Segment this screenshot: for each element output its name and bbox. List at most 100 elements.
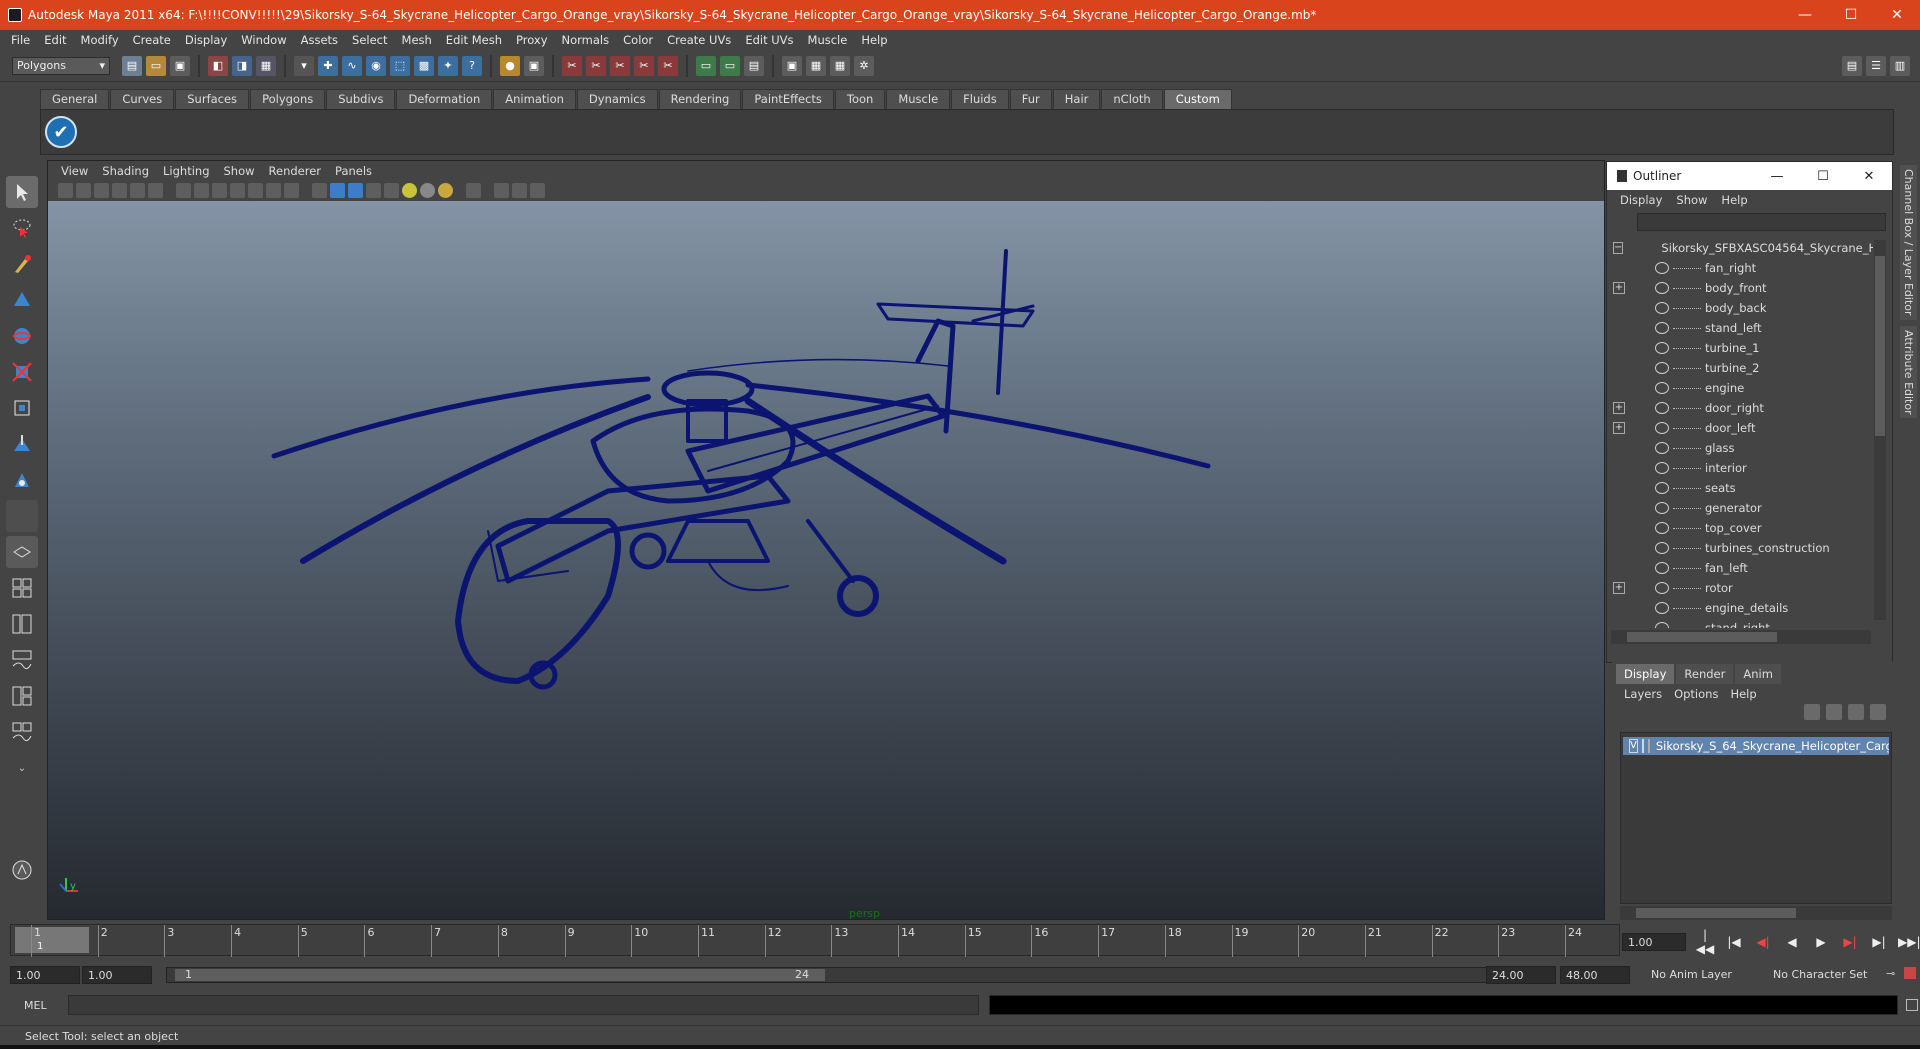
shelf-tab-custom[interactable]: Custom — [1163, 89, 1232, 109]
soft-modification-icon[interactable] — [6, 428, 38, 460]
minimize-button[interactable]: — — [1782, 0, 1828, 30]
shelf-tab-dynamics[interactable]: Dynamics — [576, 89, 658, 109]
command-input[interactable] — [67, 995, 979, 1015]
outliner-item[interactable]: turbine_2 — [1611, 358, 1873, 378]
two-d-pan-icon[interactable] — [130, 182, 145, 198]
gate-mask-icon[interactable] — [230, 182, 245, 198]
layer-menu-help[interactable]: Help — [1724, 687, 1762, 701]
shelf-tab-toon[interactable]: Toon — [834, 89, 886, 109]
menu-color[interactable]: Color — [616, 33, 660, 47]
move-layer-down-icon[interactable] — [1826, 704, 1842, 720]
snap-curve-icon[interactable]: ∿ — [342, 55, 362, 76]
shelf-tab-muscle[interactable]: Muscle — [886, 89, 951, 109]
layout-persp-graph-icon[interactable] — [6, 644, 38, 676]
menu-create[interactable]: Create — [126, 33, 178, 47]
outliner-item[interactable]: + door_left — [1611, 418, 1873, 438]
shelf-tab-surfaces[interactable]: Surfaces — [175, 89, 250, 109]
layer-menu-options[interactable]: Options — [1668, 687, 1724, 701]
magnet-icon[interactable]: ✂ — [658, 55, 678, 76]
layout-hypershade-persp-icon[interactable] — [6, 680, 38, 712]
step-forward-key-icon[interactable]: ▶| — [1840, 935, 1860, 949]
menu-set-selector[interactable]: Polygons ▾ — [12, 56, 110, 75]
outliner-item[interactable]: body_back — [1611, 298, 1873, 318]
playback-end-field[interactable]: 24.00 — [1486, 966, 1556, 984]
outliner-hscroll-thumb[interactable] — [1627, 632, 1777, 642]
checkmark-icon[interactable]: ✔ — [45, 116, 77, 148]
menu-select[interactable]: Select — [345, 33, 394, 47]
outliner-item[interactable]: interior — [1611, 458, 1873, 478]
wireframe-on-shaded-icon[interactable] — [348, 182, 363, 198]
new-layer-from-selection-icon[interactable] — [1870, 704, 1886, 720]
expand-toggle-icon[interactable]: + — [1613, 582, 1625, 594]
snap-surface-icon[interactable]: ▩ — [414, 55, 434, 76]
clapperboard-icon[interactable]: ▦ — [806, 55, 826, 76]
shelf-tab-polygons[interactable]: Polygons — [250, 89, 326, 109]
shelf-tab-curves[interactable]: Curves — [110, 89, 175, 109]
smooth-shade-icon[interactable] — [330, 182, 345, 198]
maximize-button[interactable]: ☐ — [1828, 0, 1874, 30]
outliner-item[interactable]: fan_left — [1611, 558, 1873, 578]
shelf-tab-fluids[interactable]: Fluids — [951, 89, 1009, 109]
viewport-menu-show[interactable]: Show — [217, 164, 262, 178]
outliner-item[interactable]: stand_left — [1611, 318, 1873, 338]
hypershade-icon[interactable]: ▣ — [782, 55, 802, 76]
shelf-tab-animation[interactable]: Animation — [493, 89, 576, 109]
outliner-item[interactable]: engine_details — [1611, 598, 1873, 618]
menu-normals[interactable]: Normals — [555, 33, 617, 47]
xray-active-icon[interactable] — [512, 182, 527, 198]
preferences-icon[interactable] — [1904, 967, 1916, 979]
camera-select-icon[interactable] — [58, 182, 73, 198]
snap-live-icon[interactable]: ✦ — [438, 55, 458, 76]
shelf-tab-subdivs[interactable]: Subdivs — [326, 89, 396, 109]
outliner-menu-display[interactable]: Display — [1613, 193, 1669, 207]
outliner-menu-help[interactable]: Help — [1714, 193, 1754, 207]
layer-row[interactable]: V Sikorsky_S_64_Skycrane_Helicopter_Carg… — [1623, 737, 1889, 755]
menu-help[interactable]: Help — [854, 33, 894, 47]
menu-mesh[interactable]: Mesh — [395, 33, 439, 47]
layer-color-swatch[interactable] — [1647, 739, 1650, 753]
layer-display-type-toggle[interactable] — [1641, 739, 1644, 753]
snap-plane-icon[interactable]: ⬚ — [390, 55, 410, 76]
shelf-tab-ncloth[interactable]: nCloth — [1101, 89, 1163, 109]
outliner-item[interactable]: fan_right — [1611, 258, 1873, 278]
close-button[interactable]: ✕ — [1874, 0, 1920, 30]
show-manipulator-icon[interactable] — [6, 464, 38, 496]
layer-menu-layers[interactable]: Layers — [1618, 687, 1668, 701]
menu-edit-uvs[interactable]: Edit UVs — [738, 33, 800, 47]
menu-edit[interactable]: Edit — [37, 33, 73, 47]
step-forward-frame-icon[interactable]: ▶| — [1869, 935, 1889, 949]
range-slider[interactable]: 1 24 — [166, 967, 1492, 983]
wireframe-icon[interactable] — [312, 182, 327, 198]
viewport-menu-renderer[interactable]: Renderer — [262, 164, 329, 178]
scale-tool-icon[interactable] — [6, 356, 38, 388]
viewport-menu-shading[interactable]: Shading — [95, 164, 156, 178]
expand-toggle-icon[interactable]: − — [1613, 242, 1624, 254]
character-set-selector[interactable]: No Character Set — [1768, 966, 1876, 984]
lasso-tool-icon[interactable] — [6, 212, 38, 244]
snap-point-icon[interactable]: ◉ — [366, 55, 386, 76]
time-slider[interactable]: 1 1 2 3 4 5 6 7 8 9 10 11 12 13 14 15 16 17 18 19 20 21 22 23 2… — [10, 924, 1620, 957]
save-scene-icon[interactable]: ▣ — [170, 55, 190, 76]
render-current-icon[interactable]: ▭ — [696, 55, 716, 76]
xray-icon[interactable] — [366, 182, 381, 198]
clapperboard-gear-icon[interactable]: ▦ — [830, 55, 850, 76]
safe-action-icon[interactable] — [266, 182, 281, 198]
menu-file[interactable]: File — [4, 33, 37, 47]
step-back-key-icon[interactable]: ◀| — [1753, 935, 1773, 949]
layer-visibility-toggle[interactable]: V — [1629, 739, 1638, 753]
layout-attribute-editor-icon[interactable]: ☰ — [1866, 55, 1886, 76]
input-ops-icon[interactable]: ✂ — [610, 55, 630, 76]
film-gate-icon[interactable] — [194, 182, 209, 198]
outliner-item[interactable]: + door_right — [1611, 398, 1873, 418]
safe-title-icon[interactable] — [284, 182, 299, 198]
range-slider-handle[interactable] — [175, 969, 825, 981]
lock-icon[interactable]: ● — [500, 55, 520, 76]
viewport-canvas[interactable]: y persp — [48, 201, 1604, 919]
tab-render-layers[interactable]: Render — [1676, 664, 1734, 684]
outliner-item[interactable]: top_cover — [1611, 518, 1873, 538]
universal-manipulator-icon[interactable] — [6, 392, 38, 424]
play-backwards-icon[interactable]: ◀ — [1782, 935, 1802, 949]
help-question-icon[interactable]: ? — [462, 55, 482, 76]
high-quality-icon[interactable] — [438, 182, 453, 198]
bookmark-icon[interactable] — [94, 182, 109, 198]
